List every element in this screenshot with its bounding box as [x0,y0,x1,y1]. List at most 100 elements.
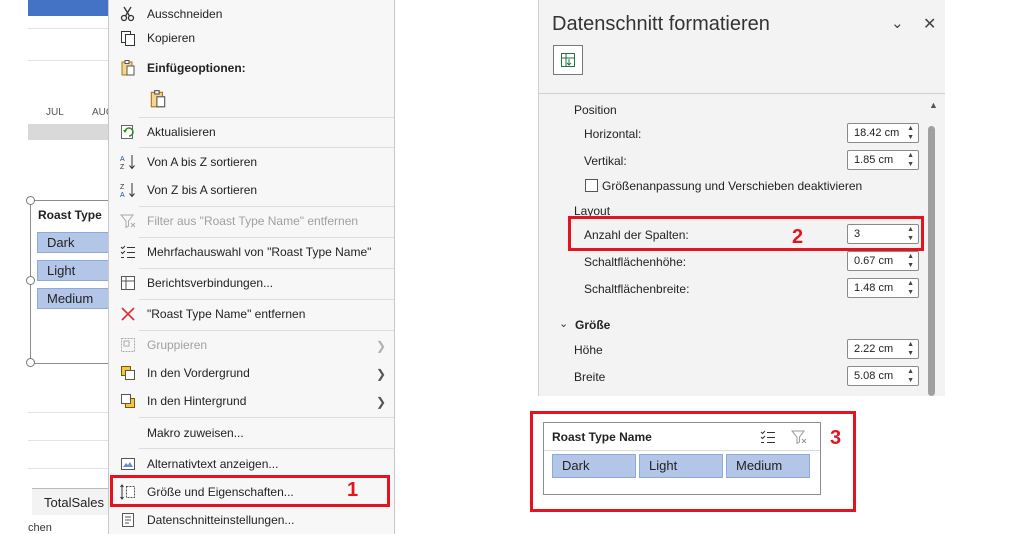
menu-item-label: Makro zuweisen... [147,426,244,440]
size-properties-tab-icon [559,51,577,69]
horizontal-spinner[interactable]: 18.42 cm ▲ ▼ [847,123,919,143]
menu-item-label: In den Hintergrund [147,394,247,408]
paste-icon [148,89,168,109]
menu-item-bring-forward[interactable]: In den Vordergrund ❯ [109,359,394,387]
spinner-arrows-icon[interactable]: ▲ ▼ [907,279,914,297]
menu-item-alt-text[interactable]: Alternativtext anzeigen... [109,450,394,478]
sort-za-icon: ZA [119,181,137,199]
height-value: 2.22 cm [854,343,894,355]
timeline-bar [28,124,110,140]
menu-item-sort-a-z[interactable]: AZ Von A bis Z sortieren [109,148,394,176]
annotation-number-1: 1 [347,479,359,501]
button-width-value: 1.48 cm [854,282,894,294]
vertical-spinner[interactable]: 1.85 cm ▲ ▼ [847,150,919,170]
scrollbar-thumb[interactable] [928,126,935,396]
size-section-header[interactable]: Größe [575,318,610,332]
width-spinner[interactable]: 5.08 cm ▲ ▼ [847,366,919,386]
paste-options-icon [119,59,137,77]
spinner-arrows-icon[interactable]: ▲ ▼ [907,252,914,270]
menu-item-label: Gruppieren [147,338,208,352]
month-label-jul: JUL [46,107,64,118]
menu-item-slicer-settings[interactable]: Datenschnitteinstellungen... [109,506,394,534]
menu-item-remove-slicer[interactable]: "Roast Type Name" entfernen [109,300,394,328]
spinner-arrows-icon[interactable]: ▲ ▼ [907,367,914,385]
menu-item-label: Ausschneiden [147,7,223,21]
menu-item-refresh[interactable]: Aktualisieren [109,118,394,146]
selected-slicer[interactable]: Roast Type Dark Light Medium [30,200,112,364]
resize-handle[interactable] [26,276,35,285]
slicer-item-medium[interactable]: Medium [726,454,810,478]
menu-separator [139,417,394,418]
size-properties-tab[interactable] [553,45,583,75]
scroll-up-arrow-icon[interactable]: ▲ [929,100,938,110]
slicer-item-dark[interactable]: Dark [37,232,111,253]
send-backward-icon [119,392,137,410]
menu-item-send-backward[interactable]: In den Hintergrund ❯ [109,387,394,415]
menu-item-label: Alternativtext anzeigen... [147,457,279,471]
menu-item-label: Berichtsverbindungen... [147,276,274,290]
menu-item-sort-z-a[interactable]: ZA Von Z bis A sortieren [109,176,394,204]
slicer-item-light[interactable]: Light [37,260,111,281]
position-section-header: Position [574,103,617,117]
submenu-chevron-icon: ❯ [375,339,386,353]
remove-x-icon [119,305,137,323]
resize-handle[interactable] [26,358,35,367]
menu-item-label: In den Vordergrund [147,366,250,380]
resize-handle[interactable] [26,196,35,205]
clear-filter-icon [119,212,137,230]
clear-filter-icon[interactable] [790,428,808,446]
grid-line [28,468,110,469]
button-width-spinner[interactable]: 1.48 cm ▲ ▼ [847,278,919,298]
sort-az-icon: AZ [119,153,137,171]
slicer-item-medium[interactable]: Medium [37,288,111,309]
spinner-arrows-icon[interactable]: ▲ ▼ [907,340,914,358]
height-spinner[interactable]: 2.22 cm ▲ ▼ [847,339,919,359]
sheet-tab-totalsales[interactable]: TotalSales [32,488,108,515]
slicer-item-dark[interactable]: Dark [552,454,636,478]
multi-select-icon[interactable] [759,428,777,446]
menu-item-copy[interactable]: Kopieren [109,24,394,52]
svg-text:Z: Z [120,164,125,171]
grid-line [28,28,110,29]
status-bar-text: chen [28,522,52,534]
slicer-title: Roast Type [38,208,102,222]
menu-item-assign-macro[interactable]: Makro zuweisen... [109,419,394,447]
button-height-spinner[interactable]: 0.67 cm ▲ ▼ [847,251,919,271]
menu-separator [139,448,394,449]
slicer-item-light[interactable]: Light [639,454,723,478]
spinner-arrows-icon[interactable]: ▲ ▼ [907,124,914,142]
width-row: Breite 5.08 cm ▲ ▼ [539,364,919,390]
vertical-label: Vertikal: [584,154,627,168]
pane-title: Datenschnitt formatieren [552,13,770,35]
menu-item-paste-options: Einfügeoptionen: [109,54,394,82]
horizontal-label: Horizontal: [584,127,642,141]
slicer-header-divider [544,450,820,451]
report-connections-icon [119,274,137,292]
slicer-roast-type-name[interactable]: Roast Type Name Dark Light Medium [543,422,821,495]
spinner-arrows-icon[interactable]: ▲ ▼ [907,151,914,169]
svg-text:A: A [120,192,125,199]
close-icon[interactable]: ✕ [923,14,936,34]
refresh-icon [119,123,137,141]
annotation-number-2: 2 [792,226,804,248]
grid-line [28,412,110,413]
button-width-row: Schaltflächenbreite: 1.48 cm ▲ ▼ [539,276,919,302]
button-height-row: Schaltflächenhöhe: 0.67 cm ▲ ▼ [539,249,919,275]
disable-resize-checkbox[interactable] [585,179,598,192]
menu-item-label: "Roast Type Name" entfernen [147,307,306,321]
paste-button[interactable] [145,86,171,112]
svg-text:A: A [120,156,125,163]
menu-item-multi-select[interactable]: Mehrfachauswahl von "Roast Type Name" [109,238,394,266]
menu-item-label: Filter aus "Roast Type Name" entfernen [147,214,359,228]
group-icon [119,336,137,354]
vertical-value: 1.85 cm [854,154,894,166]
menu-item-report-connections[interactable]: Berichtsverbindungen... [109,269,394,297]
highlight-box-2 [568,216,924,251]
height-row: Höhe 2.22 cm ▲ ▼ [539,337,919,363]
chevron-down-icon[interactable]: ⌄ [891,14,904,32]
disable-resize-label: Größenanpassung und Verschieben deaktivi… [602,179,863,193]
svg-text:Z: Z [120,184,125,191]
submenu-chevron-icon: ❯ [375,395,386,409]
menu-item-label: Einfügeoptionen: [147,61,246,75]
chevron-down-icon[interactable]: ⌄ [559,317,568,330]
